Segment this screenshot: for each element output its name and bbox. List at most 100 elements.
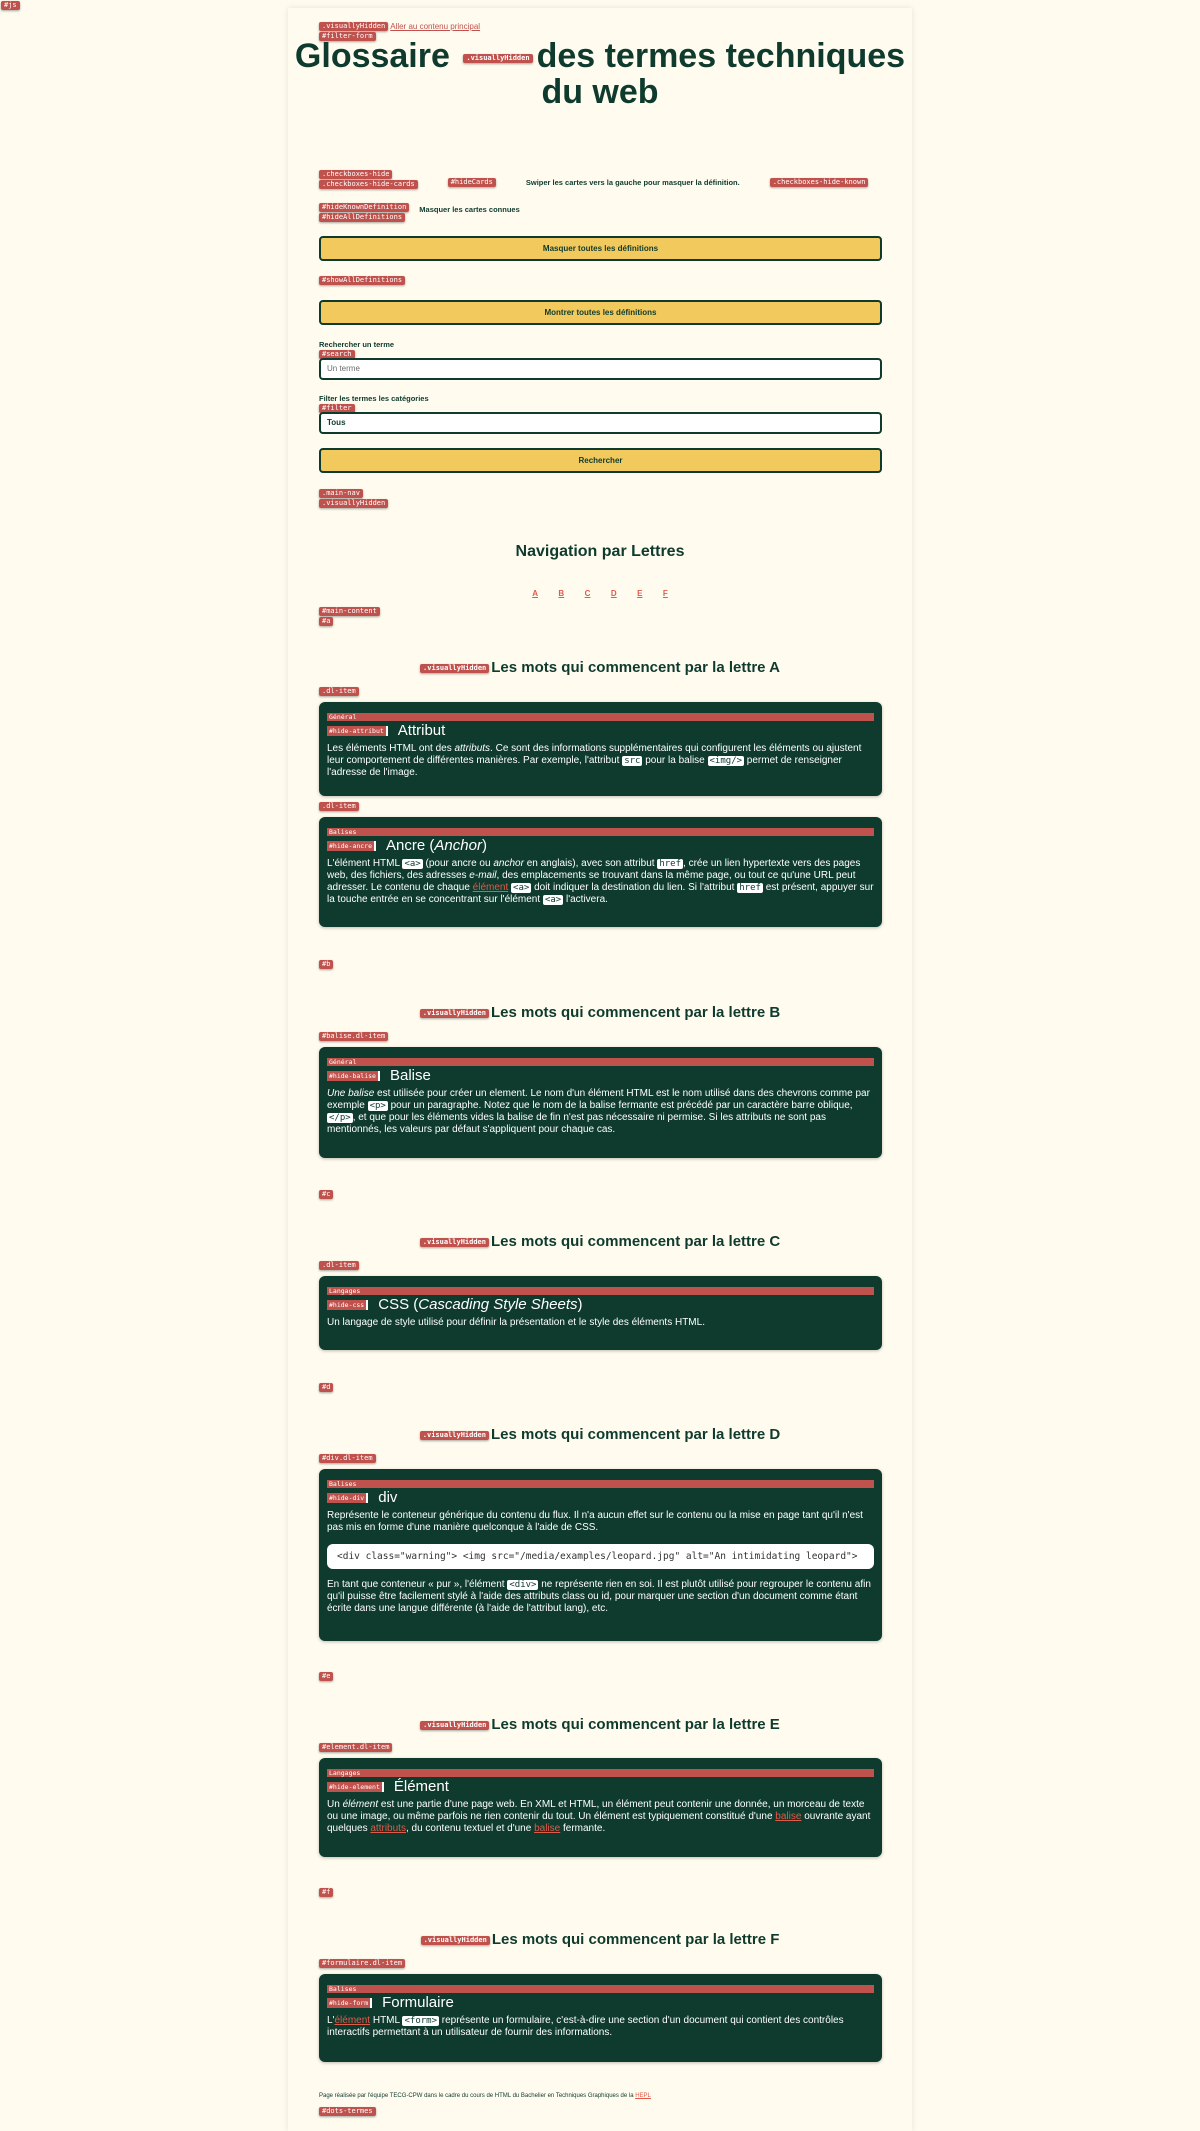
- letter-link-b[interactable]: B: [558, 589, 564, 598]
- dl-item-tag: .dl-item: [319, 1261, 359, 1270]
- page-title: Glossaire .visuallyHidden des termes tech…: [294, 37, 906, 111]
- letter-link-c[interactable]: C: [585, 589, 591, 598]
- section-heading-a: .visuallyHidden Les mots qui commencent p…: [288, 659, 912, 676]
- card-options: .checkboxes-hide .checkboxes-hide-cards …: [319, 170, 882, 190]
- visually-hidden-tag: .visuallyHidden: [419, 1430, 489, 1440]
- hepl-link[interactable]: HEPL: [635, 2093, 651, 2099]
- dots-termes-tag: #dots-termes: [319, 2107, 376, 2116]
- category-badge: Langages: [327, 1287, 874, 1295]
- card-attribut[interactable]: Général #hide-attribut Attribut Les élém…: [319, 702, 882, 796]
- anchor-a-tag: #a: [319, 617, 334, 626]
- section-heading-b: .visuallyHidden Les mots qui commencent p…: [288, 1004, 912, 1021]
- visually-hidden-tag: .visuallyHidden: [420, 1720, 490, 1730]
- hide-card-checkbox[interactable]: #hide-attribut: [327, 725, 388, 736]
- letter-link-a[interactable]: A: [532, 589, 538, 598]
- letter-nav: A B C D E F: [288, 583, 912, 601]
- main-content-tags: #main-content #a: [319, 607, 882, 627]
- search-label: Rechercher un terme: [319, 340, 395, 349]
- hide-card-checkbox[interactable]: #hide-ancre: [327, 840, 377, 851]
- hide-known-checkbox[interactable]: #hideKnownDefinition: [319, 203, 410, 212]
- attributs-link[interactable]: attributs: [370, 1823, 406, 1834]
- visually-hidden-tag: .visuallyHidden: [319, 499, 389, 508]
- definition-text: Représente le conteneur générique du con…: [327, 1510, 863, 1533]
- visually-hidden-tag: .visuallyHidden: [319, 22, 389, 31]
- known-option: #hideKnownDefinition #hideAllDefinitions…: [319, 203, 882, 223]
- section-heading-f: .visuallyHidden Les mots qui commencent p…: [288, 1931, 912, 1948]
- letter-link-d[interactable]: D: [611, 589, 617, 598]
- section-heading-d: .visuallyHidden Les mots qui commencent p…: [288, 1426, 912, 1443]
- balise-link[interactable]: balise: [775, 1811, 801, 1822]
- definition-text: L'élément HTML <form> représente un form…: [327, 2015, 844, 2038]
- hide-card-checkbox[interactable]: #hide-div: [327, 1492, 369, 1503]
- skip-link[interactable]: Aller au contenu principal: [390, 22, 480, 31]
- visually-hidden-tag: .visuallyHidden: [419, 1237, 489, 1247]
- anchor-e-tag: #e: [319, 1672, 334, 1681]
- visually-hidden-tag: .visuallyHidden: [420, 663, 490, 673]
- checkboxes-hide-known-tag: .checkboxes-hide-known: [769, 178, 869, 187]
- anchor-f-tag: #f: [319, 1888, 334, 1897]
- card-balise[interactable]: Général #hide-balise Balise Une balise e…: [319, 1047, 882, 1158]
- dl-item-tag: #formulaire.dl-item: [319, 1959, 406, 1968]
- anchor-d-tag: #d: [319, 1383, 334, 1392]
- card-ancre[interactable]: Balises #hide-ancre Ancre (Anchor) L'élé…: [319, 817, 882, 927]
- hide-card-checkbox[interactable]: #hide-balise: [327, 1070, 380, 1081]
- footer-text: Page réalisée par l'équipe TECG-CPW dans…: [319, 2093, 636, 2099]
- category-select[interactable]: Tous: [319, 412, 882, 434]
- definition-text: En tant que conteneur « pur », l'élément…: [327, 1579, 871, 1614]
- hide-all-button[interactable]: Masquer toutes les définitions: [319, 236, 882, 261]
- hide-card-checkbox[interactable]: #hide-element: [327, 1781, 384, 1792]
- definition-text: Un langage de style utilisé pour définir…: [327, 1317, 705, 1328]
- dl-item-tag: #balise.dl-item: [319, 1032, 389, 1041]
- category-badge: Balises: [327, 1480, 874, 1488]
- code-example: <div class="warning"> <img src="/media/e…: [327, 1544, 874, 1569]
- card-formulaire[interactable]: Balises #hide-form Formulaire L'élément …: [319, 1974, 882, 2062]
- swipe-label: Swiper les cartes vers la gauche pour ma…: [525, 178, 740, 187]
- anchor-b-tag: #b: [319, 960, 334, 969]
- section-heading-e: .visuallyHidden Les mots qui commencent p…: [288, 1716, 912, 1733]
- checkboxes-hide-cards-tag: .checkboxes-hide-cards: [319, 180, 418, 189]
- card-div[interactable]: Balises #hide-div div Représente le cont…: [319, 1469, 882, 1641]
- term-title: CSS (Cascading Style Sheets): [378, 1296, 583, 1313]
- letter-link-e[interactable]: E: [637, 589, 642, 598]
- hide-card-checkbox[interactable]: #hide-form: [327, 1997, 373, 2008]
- balise-link[interactable]: balise: [534, 1823, 560, 1834]
- category-badge: Général: [327, 713, 874, 721]
- term-title: Attribut: [397, 722, 446, 739]
- section-heading-c: .visuallyHidden Les mots qui commencent p…: [288, 1233, 912, 1250]
- visually-hidden-tag: .visuallyHidden: [463, 53, 533, 63]
- checkboxes-hide-tag: .checkboxes-hide: [319, 170, 393, 179]
- hide-all-definitions-tag: #hideAllDefinitions: [319, 213, 406, 222]
- main-content-tag: #main-content: [319, 607, 380, 616]
- card-element[interactable]: Langages #hide-element Élément Un élémen…: [319, 1758, 882, 1857]
- category-badge: Langages: [327, 1769, 874, 1777]
- js-tag: #js: [1, 1, 20, 10]
- definition-text: Une balise est utilisée pour créer un el…: [327, 1088, 870, 1135]
- definition-text: Les éléments HTML ont des attributs. Ce …: [327, 743, 862, 778]
- element-link[interactable]: élément: [473, 882, 509, 893]
- known-label: Masquer les cartes connues: [419, 205, 520, 214]
- category-badge: Général: [327, 1058, 874, 1066]
- category-badge: Balises: [327, 1985, 874, 1993]
- dl-item-tag: .dl-item: [319, 802, 359, 811]
- anchor-c-tag: #c: [319, 1190, 334, 1199]
- term-title: Élément: [393, 1778, 449, 1795]
- page-sheet: .visuallyHidden #filter-form Aller au co…: [288, 8, 912, 2131]
- term-title: Ancre (Anchor): [386, 837, 487, 854]
- dl-item-tag: .dl-item: [319, 687, 359, 696]
- letter-link-f[interactable]: F: [663, 589, 668, 598]
- hide-card-checkbox[interactable]: #hide-css: [327, 1299, 369, 1310]
- definition-text: L'élément HTML <a> (pour ancre ou anchor…: [327, 858, 874, 905]
- term-title: Balise: [389, 1067, 431, 1084]
- main-nav-tag: .main-nav: [319, 489, 363, 498]
- search-button[interactable]: Rechercher: [319, 448, 882, 473]
- definition-text: Un élément est une partie d'une page web…: [327, 1799, 871, 1834]
- visually-hidden-tag: .visuallyHidden: [420, 1935, 490, 1945]
- term-title: Formulaire: [382, 1994, 454, 2011]
- element-link[interactable]: élément: [334, 2015, 370, 2026]
- show-all-button[interactable]: Montrer toutes les définitions: [319, 300, 882, 325]
- dl-item-tag: #element.dl-item: [319, 1743, 393, 1752]
- search-input[interactable]: Un terme: [319, 358, 882, 380]
- term-title: div: [378, 1489, 398, 1506]
- hide-cards-checkbox[interactable]: #hideCards: [447, 178, 496, 187]
- card-css[interactable]: Langages #hide-css CSS (Cascading Style …: [319, 1276, 882, 1350]
